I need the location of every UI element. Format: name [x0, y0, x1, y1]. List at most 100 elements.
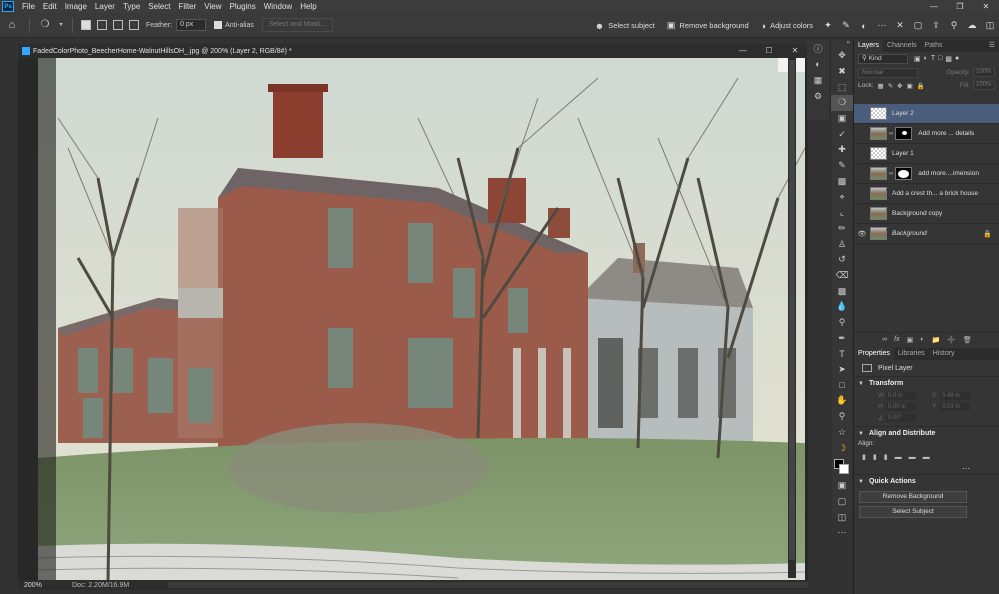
minimize-icon[interactable]: — — [730, 44, 756, 58]
lasso-tool-icon[interactable]: ❍ — [38, 18, 52, 32]
select-subject-quick-button[interactable]: Select Subject — [859, 506, 967, 518]
zoom-level[interactable]: 200% — [24, 582, 72, 589]
layer-row-add-a-crest[interactable]: Add a crest th... a brick house — [854, 184, 999, 204]
filter-kind-select[interactable]: ⚲ Kind — [858, 54, 908, 64]
menu-select[interactable]: Select — [144, 0, 174, 13]
align-center-v-icon[interactable]: ▬ — [909, 454, 916, 461]
history-brush-icon[interactable]: ↺ — [831, 252, 853, 268]
menu-layer[interactable]: Layer — [91, 0, 119, 13]
maximize-icon[interactable]: ☐ — [756, 44, 782, 58]
new-layer-icon[interactable]: ➕ — [947, 336, 956, 344]
image-canvas[interactable] — [38, 58, 805, 582]
layer-row-background[interactable]: 👁 Background 🔒 — [854, 224, 999, 244]
object-selection-tool-icon[interactable]: ▣ — [831, 111, 853, 127]
workspace-icon[interactable]: ▢ — [909, 20, 927, 31]
lasso-tool-icon[interactable]: ❍ — [831, 95, 853, 111]
stamp-tool-icon[interactable]: ▩ — [831, 174, 853, 190]
magic-icon[interactable]: ✦ — [819, 20, 837, 31]
align-left-icon[interactable]: ▮ — [862, 453, 866, 461]
width-input[interactable]: 0.0 in — [886, 391, 916, 400]
layer-row-layer-1[interactable]: Layer 1 — [854, 144, 999, 164]
brush-icon[interactable]: ✎ — [837, 20, 855, 31]
layer-row-add-more-details[interactable]: ∞ Add more ... details — [854, 124, 999, 144]
more-icon[interactable]: ⋯ — [854, 464, 999, 474]
pixel-filter-icon[interactable]: ▣ — [914, 55, 921, 63]
type-tool-icon[interactable]: T — [831, 346, 853, 362]
layout-icon[interactable]: ◫ — [981, 20, 999, 31]
smart-filter-icon[interactable]: ▩ — [945, 55, 952, 63]
antialias-checkbox[interactable] — [214, 21, 223, 29]
color-picker-icon[interactable]: ⌞ — [831, 205, 853, 221]
select-and-mask-button[interactable]: Select and Mask... — [261, 18, 334, 32]
layer-row-background-copy[interactable]: Background copy — [854, 204, 999, 224]
menu-image[interactable]: Image — [61, 0, 91, 13]
type-filter-icon[interactable]: T — [931, 55, 935, 63]
add-mask-icon[interactable]: ▣ — [907, 336, 914, 344]
y-input[interactable]: 0.03 in — [940, 402, 970, 411]
eye-icon[interactable]: 👁 — [854, 230, 870, 238]
tab-paths[interactable]: Paths — [921, 40, 947, 52]
document-info[interactable]: Doc: 2.20M/16.9M — [72, 582, 129, 589]
banana-icon[interactable]: ☽ — [831, 440, 853, 456]
height-input[interactable]: 0.00 in — [886, 402, 916, 411]
zoom-tool-icon[interactable]: ⚲ — [831, 409, 853, 425]
star-icon[interactable]: ☆ — [831, 425, 853, 441]
shape-filter-icon[interactable]: □ — [938, 55, 942, 63]
search-icon[interactable]: ⚲ — [945, 20, 963, 31]
subtract-selection-icon[interactable] — [113, 20, 123, 30]
remove-background-button[interactable]: ▣ Remove background — [661, 13, 755, 38]
layer-row-add-more-dimension[interactable]: ∞ add more....imension — [854, 164, 999, 184]
menu-type[interactable]: Type — [119, 0, 144, 13]
delete-layer-icon[interactable]: 🗑 — [963, 336, 972, 344]
scrollbar-thumb[interactable] — [789, 60, 795, 560]
edit-toolbar-icon[interactable]: ⋯ — [831, 525, 853, 541]
menu-file[interactable]: File — [18, 0, 39, 13]
crop-tool-icon[interactable]: ⌖ — [831, 189, 853, 205]
group-icon[interactable]: 📁 — [931, 336, 940, 344]
spot-healing-tool-icon[interactable]: ✚ — [831, 142, 853, 158]
filter-toggle-icon[interactable]: ● — [955, 55, 959, 63]
share-icon[interactable]: ⇧ — [927, 20, 945, 31]
menu-plugins[interactable]: Plugins — [226, 0, 260, 13]
quick-mask-icon[interactable]: ▣ — [831, 478, 853, 494]
gradient-tool-icon[interactable]: ▩ — [831, 283, 853, 299]
remove-background-quick-button[interactable]: Remove Background — [859, 491, 967, 503]
tab-history[interactable]: History — [929, 348, 959, 360]
align-section-header[interactable]: ▼ Align and Distribute — [854, 426, 999, 440]
layer-mask-thumbnail[interactable] — [895, 127, 913, 140]
more-icon[interactable]: ⋯ — [873, 20, 891, 31]
fx-icon[interactable]: fx — [894, 336, 899, 343]
tab-properties[interactable]: Properties — [854, 348, 894, 360]
layer-mask-thumbnail[interactable] — [895, 167, 913, 180]
marquee-tool-icon[interactable]: ⬚ — [831, 79, 853, 95]
blur-tool-icon[interactable]: 💧 — [831, 299, 853, 315]
align-bottom-icon[interactable]: ▬ — [923, 454, 930, 461]
lock-all-icon[interactable]: 🔒 — [917, 82, 925, 90]
shape-tool-icon[interactable]: □ — [831, 377, 853, 393]
angle-input[interactable]: 0.00° — [886, 413, 916, 422]
contrast-icon[interactable]: ◐ — [855, 21, 873, 31]
collapse-icon[interactable]: « — [831, 40, 852, 48]
layer-row-layer-2[interactable]: Layer 2 — [854, 104, 999, 124]
color-swatches[interactable] — [831, 456, 853, 478]
transform-section-header[interactable]: ▼ Transform — [854, 376, 999, 390]
lock-icon[interactable]: 🔒 — [983, 230, 992, 238]
close-icon[interactable]: ✕ — [891, 20, 909, 31]
tab-libraries[interactable]: Libraries — [894, 348, 929, 360]
menu-filter[interactable]: Filter — [175, 0, 201, 13]
clone-stamp-icon[interactable]: ♙ — [831, 236, 853, 252]
close-icon[interactable]: ✕ — [782, 44, 808, 58]
link-icon[interactable]: ∞ — [889, 131, 893, 137]
blend-mode-select[interactable]: Normal — [858, 67, 918, 78]
tab-channels[interactable]: Channels — [883, 40, 921, 52]
eyedropper-tool-icon[interactable]: ✓ — [831, 126, 853, 142]
close-icon[interactable]: ✕ — [973, 0, 999, 13]
document-tab[interactable]: FadedColorPhoto_BeecherHome-WalnutHillsO… — [18, 44, 808, 58]
x-input[interactable]: 0.49 in — [940, 391, 970, 400]
adjustment-layer-icon[interactable]: ◐ — [920, 336, 924, 343]
link-icon[interactable]: ∞ — [889, 171, 893, 177]
info-icon[interactable]: ⓘ — [807, 40, 829, 56]
eraser-tool-icon[interactable]: ⌫ — [831, 268, 853, 284]
quick-actions-header[interactable]: ▼ Quick Actions — [854, 474, 999, 488]
menu-window[interactable]: Window — [260, 0, 296, 13]
